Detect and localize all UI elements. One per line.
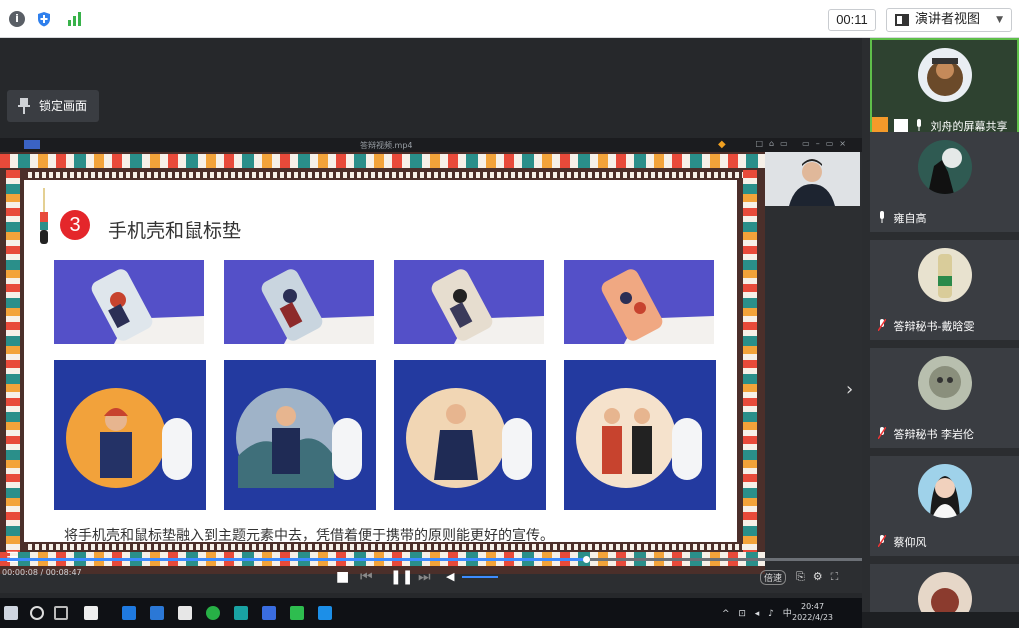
app-icon[interactable] xyxy=(84,606,98,620)
share-screen-icon xyxy=(893,119,908,133)
avatar xyxy=(917,140,972,194)
dotted-border-top xyxy=(28,172,743,178)
player-control-bar: ☰ 00:00:08 / 00:08:47 ■ ⏮ ❚❚ ⏭ ◀ 倍速 ⎘⚙⛶ xyxy=(0,548,862,593)
start-icon[interactable] xyxy=(4,606,18,620)
host-icon xyxy=(872,117,888,133)
ethnic-border-top xyxy=(0,154,765,168)
video-player: 答辩视频.mp4 ◆ □⌂▭ ▭–▭× 3 手机壳和鼠标垫 将手机壳和鼠标垫融入… xyxy=(0,138,862,593)
slide-title: 手机壳和鼠标垫 xyxy=(108,220,242,242)
windows-taskbar: ^ ⊡ ◂ ♪ 中 20:47 2022/4/23 xyxy=(0,598,862,628)
speaker-view-icon xyxy=(895,14,909,26)
avatar xyxy=(917,464,972,518)
slide-number-badge: 3 xyxy=(60,210,90,240)
signal-icon[interactable] xyxy=(66,11,82,27)
playback-timecode: 00:00:08 / 00:08:47 xyxy=(2,568,82,577)
seek-bar-handle[interactable] xyxy=(583,556,591,563)
ethnic-border-right xyxy=(743,170,757,560)
player-title-bar: 答辩视频.mp4 ◆ □⌂▭ ▭–▭× xyxy=(0,138,862,152)
app-icon[interactable] xyxy=(206,606,220,620)
participant-tile[interactable]: 雍自高 xyxy=(870,132,1019,232)
playback-speed-button[interactable]: 倍速 xyxy=(760,570,787,585)
player-logo-icon xyxy=(24,140,40,149)
mouse-pad-image xyxy=(394,360,546,510)
volume-icon[interactable]: ◀ xyxy=(446,570,454,584)
app-icon[interactable] xyxy=(262,606,276,620)
volume-slider[interactable] xyxy=(462,576,498,578)
seek-bar-fill xyxy=(0,558,587,561)
microphone-muted-icon xyxy=(878,427,886,439)
wechat-icon[interactable] xyxy=(290,606,304,620)
pin-icon xyxy=(18,98,30,114)
playlist-menu-icon[interactable]: ☰ xyxy=(6,550,22,566)
taskbar-clock[interactable]: 20:47 2022/4/23 xyxy=(792,601,833,623)
tassel-ornament-icon xyxy=(40,188,48,244)
meeting-timer: 00:11 xyxy=(828,9,876,31)
app-icon[interactable] xyxy=(150,606,164,620)
window-controls[interactable]: □⌂▭ ▭–▭× xyxy=(755,139,852,148)
microphone-icon xyxy=(917,119,921,131)
microphone-muted-icon xyxy=(878,319,886,331)
stop-icon[interactable]: ■ xyxy=(336,570,349,584)
gamepad-icon[interactable]: ◆ xyxy=(718,139,726,150)
participant-name: 蔡仰风 xyxy=(893,536,927,549)
pause-icon[interactable]: ❚❚ xyxy=(390,570,413,584)
mouse-pad-image xyxy=(224,360,376,510)
clock-time: 20:47 xyxy=(800,602,825,611)
mouse-pad-image xyxy=(564,360,716,510)
view-mode-label: 演讲者视图 xyxy=(915,12,981,27)
presenter-camera-thumbnail xyxy=(765,152,860,206)
avatar xyxy=(917,248,972,302)
participant-tile[interactable]: 蔡仰风 xyxy=(870,456,1019,556)
view-mode-dropdown[interactable]: 演讲者视图 ▼ xyxy=(886,8,1012,32)
seek-bar[interactable] xyxy=(0,556,862,563)
meeting-top-bar: i 00:11 演讲者视图 ▼ xyxy=(0,0,1019,38)
app-icon[interactable] xyxy=(234,606,248,620)
phone-case-image xyxy=(224,260,374,344)
shield-icon[interactable] xyxy=(36,11,52,27)
microphone-muted-icon xyxy=(878,535,886,547)
system-tray[interactable]: ^ ⊡ ◂ ♪ 中 xyxy=(722,606,795,619)
previous-icon[interactable]: ⏮ xyxy=(360,570,373,584)
phone-case-image xyxy=(564,260,714,344)
avatar xyxy=(917,48,972,102)
participant-name: 答辩秘书 李岩伦 xyxy=(893,428,975,441)
chevron-down-icon: ▼ xyxy=(996,15,1003,25)
next-icon[interactable]: ⏭ xyxy=(418,570,431,584)
participant-tile[interactable]: 答辩秘书 李岩伦 xyxy=(870,348,1019,448)
lock-screen-label: 锁定画面 xyxy=(39,99,88,113)
mouse-pad-image xyxy=(54,360,206,510)
info-icon[interactable]: i xyxy=(9,11,25,27)
avatar xyxy=(917,572,972,612)
avatar xyxy=(917,356,972,410)
lock-screen-button[interactable]: 锁定画面 xyxy=(7,90,99,122)
edge-icon[interactable] xyxy=(122,606,136,620)
shared-screen-stage: 锁定画面 答辩视频.mp4 ◆ □⌂▭ ▭–▭× 3 手机壳和鼠标垫 将手机壳和… xyxy=(0,38,862,628)
app-icon[interactable] xyxy=(318,606,332,620)
search-icon[interactable] xyxy=(30,606,44,620)
slide-content: 3 手机壳和鼠标垫 将手机壳和鼠标垫融入到主题元素中去，凭借着便于携带的原则能更… xyxy=(24,180,737,544)
video-file-name: 答辩视频.mp4 xyxy=(360,141,413,150)
phone-case-image xyxy=(54,260,204,344)
participant-tile[interactable]: 刘舟的屏幕共享 xyxy=(870,38,1019,138)
phone-case-image xyxy=(394,260,544,344)
store-icon[interactable] xyxy=(178,606,192,620)
participant-gallery: 刘舟的屏幕共享 雍自高 答辩秘书-戴晗雯 答辩秘书 李岩伦 蔡仰风 xyxy=(862,38,1019,612)
clock-date: 2022/4/23 xyxy=(792,613,834,622)
chevron-right-icon[interactable]: › xyxy=(846,370,862,410)
ethnic-border-left xyxy=(6,170,20,560)
task-view-icon[interactable] xyxy=(54,606,68,620)
participant-tile[interactable]: 答辩秘书-戴晗雯 xyxy=(870,240,1019,340)
participant-name: 雍自高 xyxy=(893,212,927,225)
participant-name: 答辩秘书-戴晗雯 xyxy=(893,320,975,333)
microphone-icon xyxy=(880,211,884,223)
presentation-slide: 3 手机壳和鼠标垫 将手机壳和鼠标垫融入到主题元素中去，凭借着便于携带的原则能更… xyxy=(0,152,765,574)
slide-caption: 将手机壳和鼠标垫融入到主题元素中去，凭借着便于携带的原则能更好的宣传。 xyxy=(64,528,554,544)
participant-tile[interactable] xyxy=(870,564,1019,612)
player-extra-controls[interactable]: ⎘⚙⛶ xyxy=(796,570,846,584)
